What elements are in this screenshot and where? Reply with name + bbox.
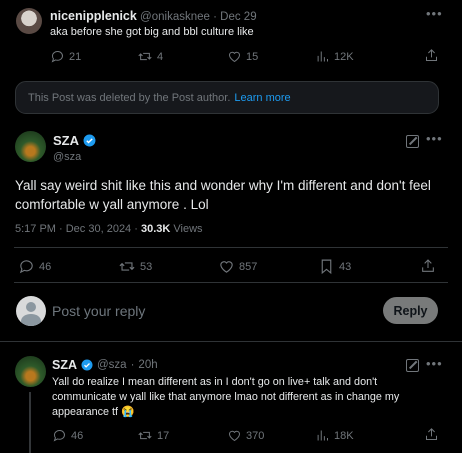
- reply-button[interactable]: 21: [50, 49, 81, 64]
- like-count: 15: [246, 50, 259, 63]
- divider: [0, 341, 462, 342]
- share-button[interactable]: [424, 427, 439, 442]
- reply-count: 46: [39, 260, 52, 273]
- thread-line: [29, 392, 31, 453]
- author-name[interactable]: nicenipplenick: [50, 9, 137, 23]
- views-label: Views: [173, 223, 203, 235]
- avatar[interactable]: [15, 356, 46, 387]
- repost-button[interactable]: 17: [137, 428, 169, 443]
- verified-icon: [81, 359, 93, 371]
- post-text: Yall say weird shit like this and wonder…: [15, 178, 431, 212]
- repost-count: 4: [157, 50, 164, 63]
- like-count: 370: [246, 429, 265, 442]
- bookmark-count: 43: [339, 260, 352, 273]
- reply-icon: [51, 51, 63, 63]
- views-icon: [317, 430, 328, 441]
- author-name[interactable]: SZA: [52, 358, 77, 372]
- views-icon: [317, 51, 328, 62]
- grok-icon[interactable]: [406, 359, 419, 372]
- share-button[interactable]: [424, 48, 439, 63]
- reply-count: 46: [71, 429, 84, 442]
- reply-button[interactable]: 46: [52, 428, 83, 443]
- author-handle[interactable]: @sza: [53, 151, 81, 163]
- author-name[interactable]: SZA: [53, 133, 79, 148]
- share-icon: [422, 259, 434, 272]
- like-count: 857: [239, 260, 258, 273]
- deleted-notice-text: This Post was deleted by the Post author…: [28, 91, 231, 104]
- avatar[interactable]: [15, 131, 46, 162]
- post-author: SZA: [53, 133, 96, 148]
- views-button[interactable]: 18K: [315, 428, 354, 443]
- share-button[interactable]: [420, 258, 436, 274]
- like-button[interactable]: 15: [227, 49, 258, 64]
- repost-count: 53: [140, 260, 153, 273]
- repost-icon: [138, 52, 152, 61]
- grok-icon[interactable]: [406, 135, 419, 148]
- divider: [14, 247, 448, 248]
- author-handle[interactable]: @onikasknee: [140, 11, 210, 23]
- separator: ·: [130, 359, 135, 371]
- repost-icon: [119, 262, 135, 271]
- views-count: 30.3K: [140, 223, 171, 235]
- deleted-post-notice: This Post was deleted by the Post author…: [15, 81, 439, 114]
- reply-count: 21: [69, 50, 82, 63]
- more-icon[interactable]: •••: [426, 6, 443, 21]
- avatar[interactable]: [16, 8, 42, 34]
- bookmark-button[interactable]: 43: [318, 258, 351, 275]
- share-icon: [426, 428, 437, 440]
- views-count: 12K: [334, 50, 354, 63]
- separator: ·: [213, 11, 217, 23]
- repost-button[interactable]: 53: [118, 258, 152, 275]
- reply-button[interactable]: 46: [18, 258, 51, 275]
- repost-button[interactable]: 4: [137, 49, 163, 64]
- post-meta: 5:17 PM · Dec 30, 2024 · 30.3K Views: [15, 223, 203, 235]
- post-text: aka before she got big and bbl culture l…: [50, 26, 254, 38]
- post-time[interactable]: 5:17 PM · Dec 30, 2024 ·: [15, 223, 138, 235]
- more-icon[interactable]: •••: [426, 356, 443, 371]
- views-count: 18K: [334, 429, 354, 442]
- views-button[interactable]: 12K: [315, 49, 354, 64]
- avatar: [16, 296, 46, 326]
- repost-icon: [138, 431, 152, 440]
- verified-icon: [83, 134, 96, 147]
- learn-more-link[interactable]: Learn more: [234, 92, 290, 104]
- like-button[interactable]: 857: [218, 258, 257, 275]
- post-date[interactable]: 20h: [138, 359, 157, 371]
- like-icon: [228, 51, 241, 63]
- divider: [14, 282, 448, 283]
- reply-icon: [19, 260, 33, 274]
- repost-count: 17: [157, 429, 170, 442]
- like-icon: [228, 430, 241, 442]
- like-button[interactable]: 370: [227, 428, 264, 443]
- post-header: SZA @sza · 20h: [52, 358, 158, 372]
- share-icon: [426, 49, 437, 61]
- like-icon: [220, 261, 233, 273]
- author-handle[interactable]: @sza: [97, 359, 127, 371]
- post-text: Yall do realize I mean different as in I…: [52, 376, 400, 418]
- more-icon[interactable]: •••: [426, 131, 443, 146]
- post-header: nicenipplenick @onikasknee · Dec 29: [50, 9, 257, 23]
- post-date[interactable]: Dec 29: [220, 11, 256, 23]
- reply-icon: [53, 430, 65, 442]
- bookmark-icon: [321, 259, 332, 275]
- reply-input[interactable]: Post your reply: [52, 303, 145, 319]
- reply-button[interactable]: Reply: [383, 297, 438, 324]
